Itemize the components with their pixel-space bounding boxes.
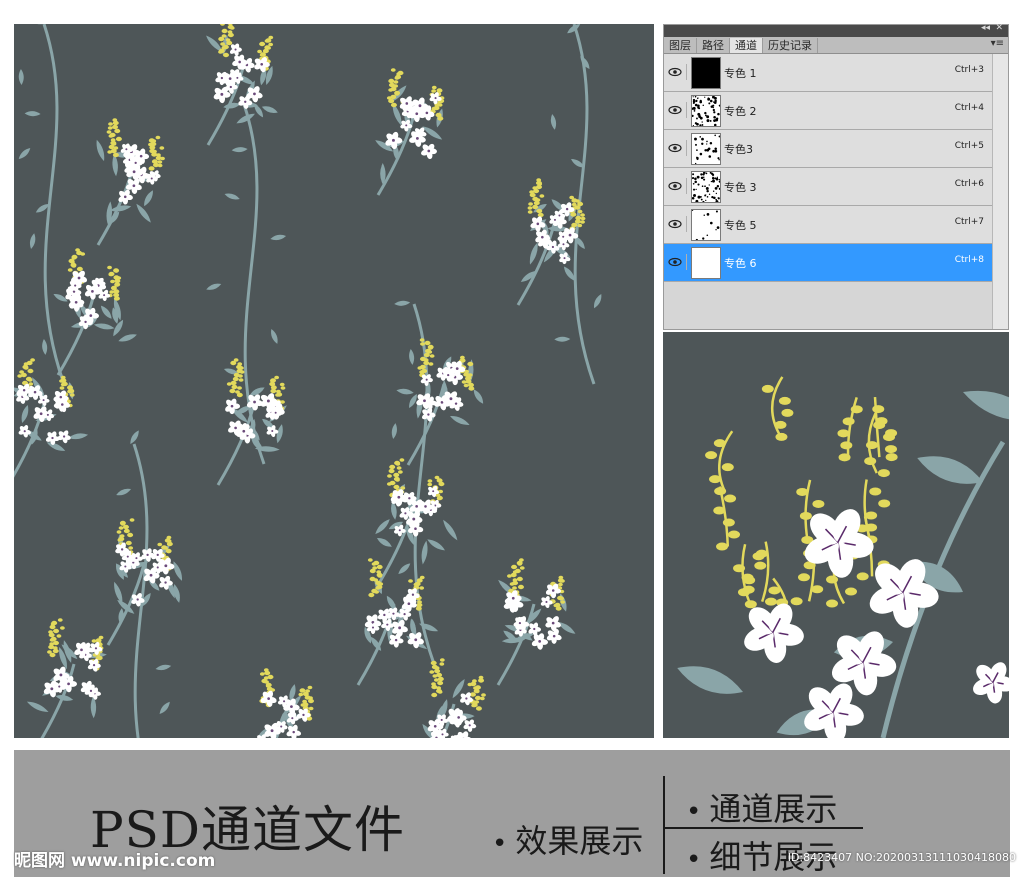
channel-row-selected[interactable]: 专色 6 Ctrl+8 <box>664 244 994 282</box>
watermark-site: 昵图网 www.nipic.com <box>14 846 215 871</box>
bullet: • <box>686 845 701 875</box>
panel-tabs: 图层 路径 通道 历史记录 ▾≡ <box>664 37 1008 54</box>
channel-shortcut: Ctrl+8 <box>955 255 984 265</box>
pattern-preview <box>14 24 654 738</box>
eye-icon[interactable] <box>668 216 687 232</box>
channel-thumbnail <box>691 171 721 203</box>
detail-preview <box>663 332 1009 738</box>
double-chevron-icon[interactable]: ◂◂ <box>981 23 990 33</box>
tab-history[interactable]: 历史记录 <box>763 38 818 53</box>
divider-vertical <box>663 776 665 874</box>
eye-icon[interactable] <box>668 64 687 80</box>
effect-label: • 效果展示 <box>492 816 643 862</box>
panel-menu-icon[interactable]: ▾≡ <box>991 38 1004 49</box>
watermark-id: ID:8423407 NO:20200313111030418080 <box>788 851 1016 864</box>
effect-text: 效果展示 <box>515 822 643 860</box>
close-icon[interactable]: ✕ <box>995 23 1003 33</box>
channel-thumbnail <box>691 209 721 241</box>
channel-name: 专色3 <box>724 141 753 157</box>
detail-floral-image <box>663 332 1009 738</box>
tab-channels[interactable]: 通道 <box>730 38 763 53</box>
channel-thumbnail <box>691 95 721 127</box>
bullet: • <box>492 829 507 859</box>
eye-icon[interactable] <box>668 140 687 156</box>
channel-name: 专色 2 <box>724 103 757 119</box>
channel-thumbnail <box>691 133 721 165</box>
channel-list: 专色 1 Ctrl+3 专色 2 Ctrl+4 专色3 Ctrl+5 专色 3 … <box>664 54 994 282</box>
tab-layers[interactable]: 图层 <box>664 38 697 53</box>
channel-name: 专色 5 <box>724 217 757 233</box>
channel-shortcut: Ctrl+6 <box>955 179 984 189</box>
channel-row[interactable]: 专色 5 Ctrl+7 <box>664 206 994 244</box>
channel-row[interactable]: 专色3 Ctrl+5 <box>664 130 994 168</box>
eye-icon[interactable] <box>668 254 687 270</box>
channels-panel: ◂◂ ✕ 图层 路径 通道 历史记录 ▾≡ 专色 1 Ctrl+3 专色 2 C… <box>663 24 1009 330</box>
channel-row[interactable]: 专色 1 Ctrl+3 <box>664 54 994 92</box>
channel-shortcut: Ctrl+3 <box>955 65 984 75</box>
panel-title-bar: ◂◂ ✕ <box>664 25 1008 37</box>
channel-name: 专色 3 <box>724 179 757 195</box>
channel-name: 专色 1 <box>724 65 757 81</box>
eye-icon[interactable] <box>668 178 687 194</box>
channel-shortcut: Ctrl+4 <box>955 103 984 113</box>
channel-row[interactable]: 专色 3 Ctrl+6 <box>664 168 994 206</box>
channel-row[interactable]: 专色 2 Ctrl+4 <box>664 92 994 130</box>
channel-shortcut: Ctrl+5 <box>955 141 984 151</box>
channel-text: 通道展示 <box>709 790 837 828</box>
eye-icon[interactable] <box>668 102 687 118</box>
channel-label: • 通道展示 <box>686 784 837 830</box>
tab-paths[interactable]: 路径 <box>697 38 730 53</box>
bullet: • <box>686 797 701 827</box>
channel-thumbnail <box>691 57 721 89</box>
panel-scrollbar[interactable] <box>992 54 1008 329</box>
floral-pattern-image <box>14 24 654 738</box>
channel-shortcut: Ctrl+7 <box>955 217 984 227</box>
channel-thumbnail <box>691 247 721 279</box>
channel-name: 专色 6 <box>724 255 757 271</box>
